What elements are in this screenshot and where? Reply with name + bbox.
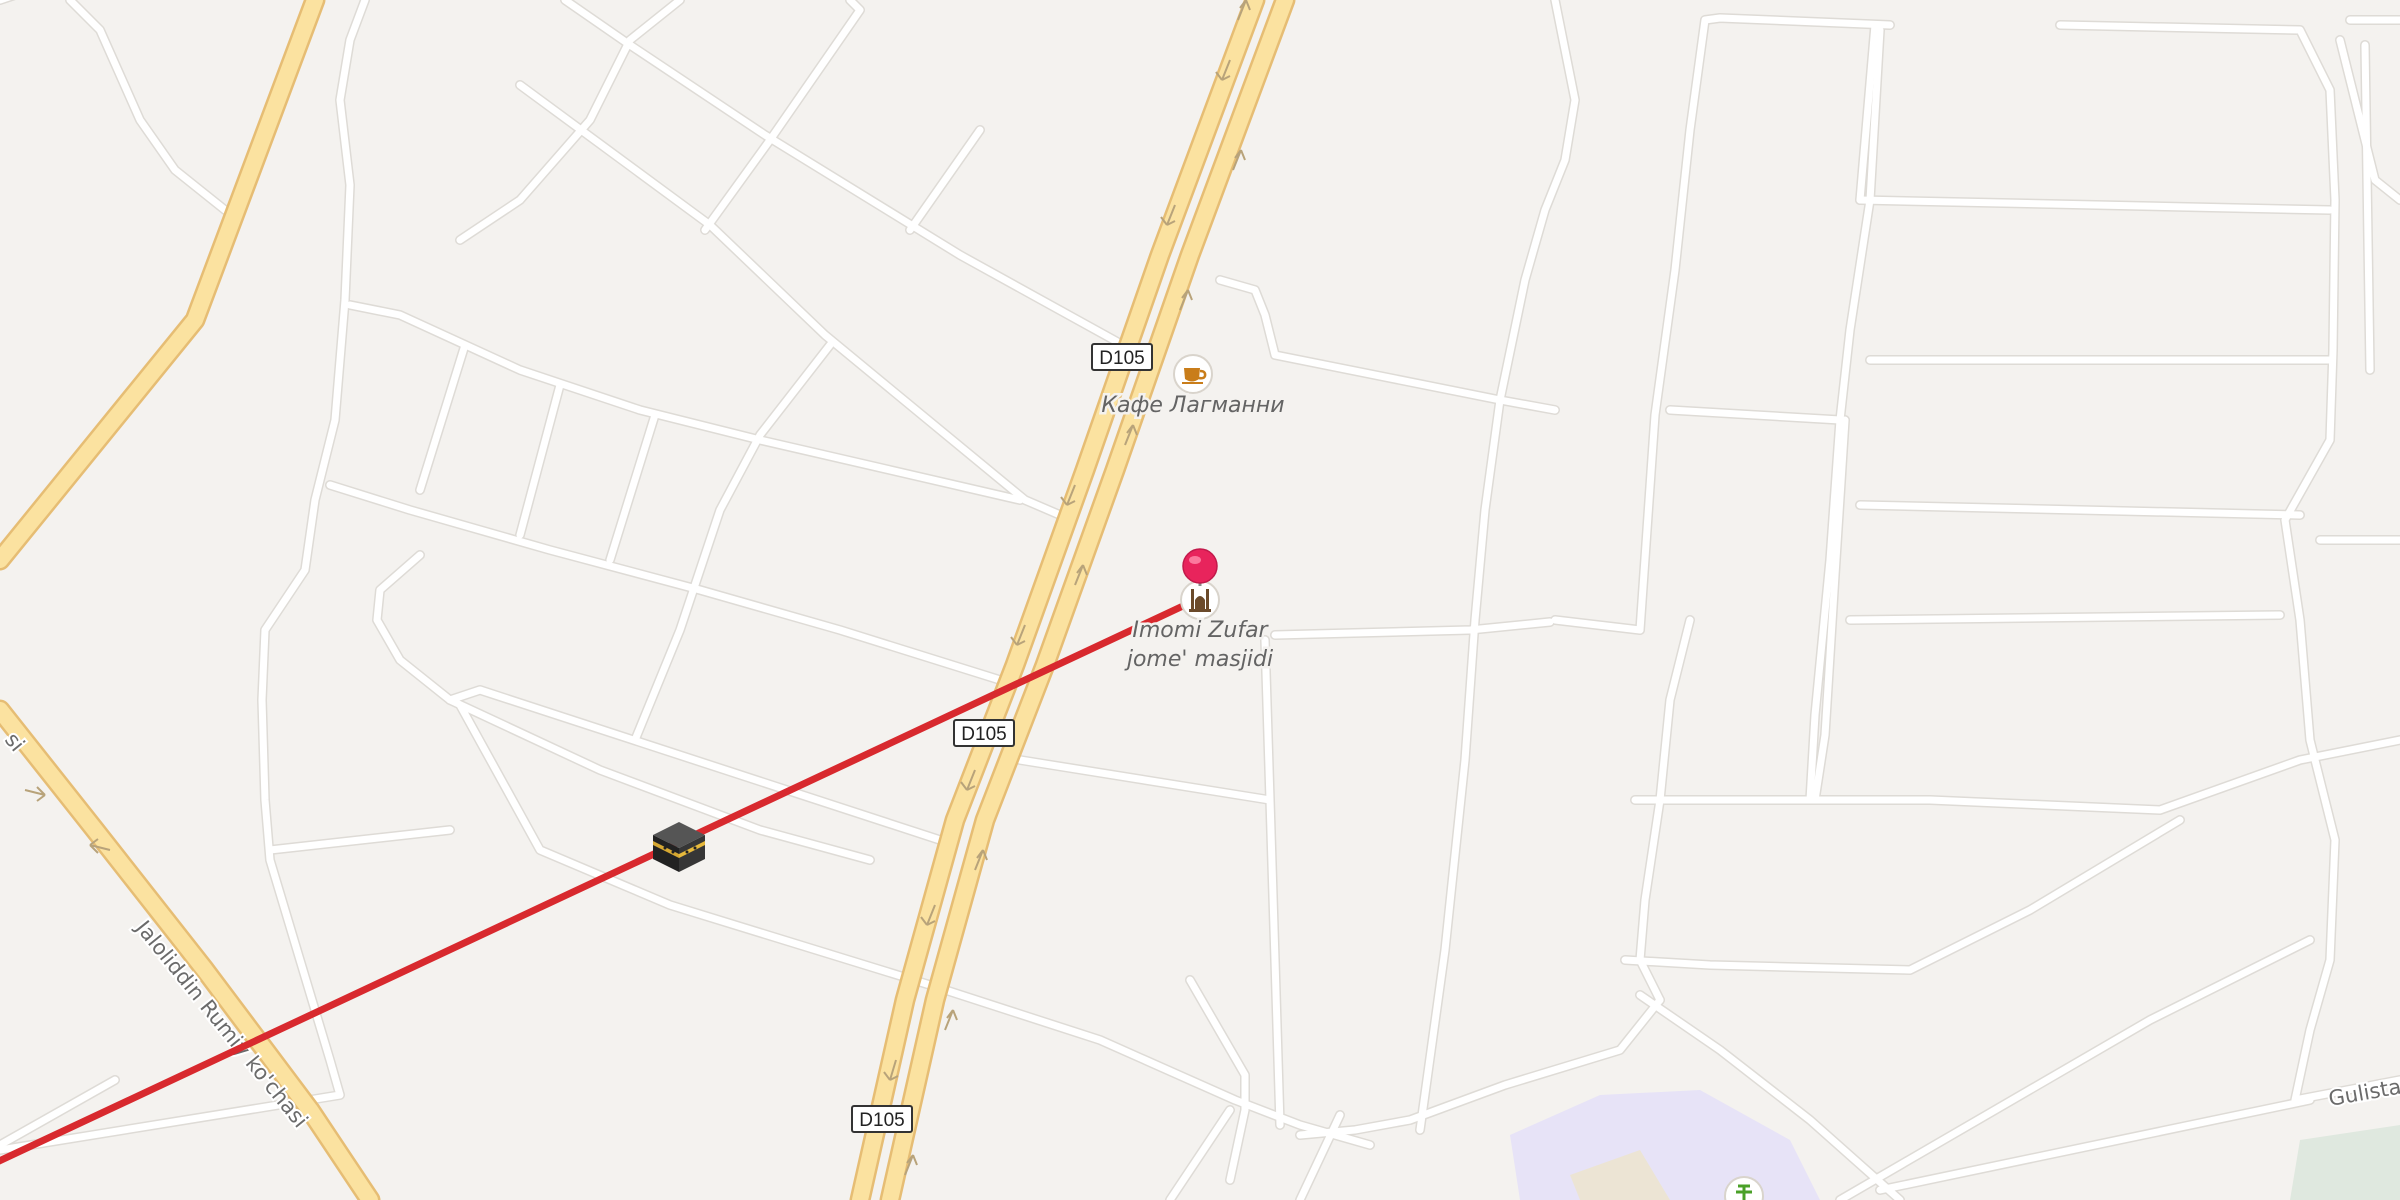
road-shield-d105-1[interactable]: D105 [1091,343,1153,371]
mosque-label-line1: Imomi Zufar [1132,618,1269,643]
map-canvas[interactable]: D105 D105 D105 Jaloliddin Rumiy ko'chasi… [0,0,2400,1200]
cafe-cup-icon [1173,354,1213,394]
road-shield-label: D105 [859,1110,904,1131]
road-shield-d105-2[interactable]: D105 [953,719,1015,747]
road-shield-label: D105 [961,724,1006,745]
mosque-icon [1180,580,1220,620]
mosque-label-line2: jome' masjidi [1124,647,1273,672]
road-shield-label: D105 [1099,348,1144,369]
cafe-label: Кафе Лагманни [1101,393,1284,418]
road-shield-d105-3[interactable]: D105 [851,1105,913,1133]
